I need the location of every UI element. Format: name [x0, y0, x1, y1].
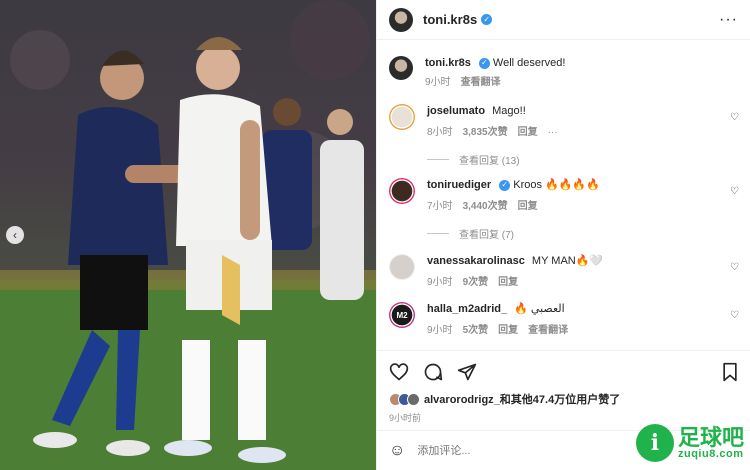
comment-likes[interactable]: 9次赞: [463, 276, 489, 290]
comment-likes[interactable]: 3,440次赞: [463, 200, 508, 214]
comment-icon[interactable]: [423, 362, 443, 382]
comment-username[interactable]: joselumato: [427, 105, 485, 117]
translate-link[interactable]: 查看翻译: [528, 324, 568, 338]
avatar: [407, 392, 420, 406]
comment-item: toniruediger ✓ Kroos 🔥🔥🔥🔥 7小时 3,440次赞 回复 …: [389, 178, 739, 214]
comment-text: MY MAN🔥🤍: [531, 255, 604, 267]
post-time: 9小时前: [389, 413, 422, 423]
comment-text: Kroos 🔥🔥🔥🔥: [513, 179, 600, 191]
heart-icon[interactable]: ♡: [730, 310, 739, 321]
save-icon[interactable]: [721, 362, 739, 382]
post-actions: alvarorodrigz_和其他47.4万位用户赞了 9小时前: [377, 350, 750, 430]
heart-icon[interactable]: ♡: [730, 112, 739, 123]
comment-input[interactable]: [417, 444, 578, 457]
comment-time: 9小时: [427, 325, 453, 336]
avatar[interactable]: M2: [389, 302, 415, 328]
comment-text: Mago!!: [492, 105, 526, 117]
verified-icon: ✓: [478, 57, 490, 69]
caption: toni.kr8s ✓ Well deserved! 9小时 查看翻译: [389, 56, 739, 90]
watermark-name: 足球吧: [677, 424, 744, 450]
liker-username[interactable]: alvarorodrigz: [424, 394, 494, 406]
comment-more-icon[interactable]: ···: [548, 126, 558, 140]
view-replies[interactable]: 查看回复 (7): [427, 226, 514, 241]
comment-time: 9小时: [427, 277, 453, 288]
avatar[interactable]: [389, 104, 415, 130]
watermark-logo: i 足球吧 zuqiu8.com: [635, 424, 744, 462]
likes-summary: alvarorodrigz_和其他47.4万位用户赞了: [389, 391, 739, 407]
comments-list: toni.kr8s ✓ Well deserved! 9小时 查看翻译 josel…: [377, 40, 750, 350]
caption-time: 9小时: [425, 77, 451, 88]
comment-item: vanessakarolinasc MY MAN🔥🤍 9小时 9次赞 回复 ♡: [389, 254, 739, 290]
view-replies-label: 查看回复 (13): [459, 156, 520, 167]
comment-text: 🔥 العصبي: [514, 303, 565, 315]
emoji-icon[interactable]: ☺: [389, 442, 405, 460]
heart-icon[interactable]: ♡: [730, 186, 739, 197]
verified-icon: ✓: [481, 14, 493, 25]
comment-username[interactable]: toniruediger: [427, 179, 491, 191]
football-players-image: [0, 0, 376, 470]
reply-button[interactable]: 回复: [498, 324, 518, 338]
post-header: toni.kr8s ✓ ···: [377, 0, 750, 40]
comment-likes[interactable]: 5次赞: [463, 324, 489, 338]
reply-button[interactable]: 回复: [518, 126, 538, 140]
comment-time: 7小时: [427, 201, 453, 212]
heart-icon[interactable]: [389, 362, 409, 382]
more-icon[interactable]: ···: [719, 11, 738, 29]
heart-icon[interactable]: ♡: [730, 262, 739, 273]
comment-item: joselumato Mago!! 8小时 3,835次赞 回复 ··· ♡: [389, 104, 739, 140]
caption-username[interactable]: toni.kr8s: [425, 57, 471, 69]
translate-link[interactable]: 查看翻译: [461, 76, 501, 90]
comment-item: M2 halla_m2adrid_ 🔥 العصبي 9小时 5次赞 回复 查看…: [389, 302, 739, 338]
avatar[interactable]: [389, 7, 413, 32]
comment-username[interactable]: vanessakarolinasc: [427, 255, 525, 267]
likes-rest[interactable]: _和其他47.4万位用户赞了: [494, 394, 621, 406]
reply-button[interactable]: 回复: [518, 200, 538, 214]
caption-text: Well deserved!: [492, 57, 566, 69]
watermark-icon: i: [635, 424, 674, 462]
author-username[interactable]: toni.kr8s: [423, 12, 477, 27]
comment-username[interactable]: halla_m2adrid_: [427, 303, 507, 315]
avatar[interactable]: [389, 254, 415, 280]
post-panel: toni.kr8s ✓ ··· toni.kr8s ✓ Well deserved…: [376, 0, 750, 470]
comment-time: 8小时: [427, 127, 453, 138]
post-photo: ‹: [0, 0, 376, 470]
avatar-text: M2: [396, 310, 408, 320]
comment-likes[interactable]: 3,835次赞: [463, 126, 508, 140]
watermark-url: zuqiu8.com: [677, 447, 744, 460]
share-icon[interactable]: [457, 362, 477, 382]
view-replies[interactable]: 查看回复 (13): [427, 152, 520, 167]
prev-image-button[interactable]: ‹: [6, 226, 24, 244]
verified-icon: ✓: [499, 179, 511, 191]
avatar[interactable]: [389, 56, 413, 80]
reply-button[interactable]: 回复: [498, 276, 518, 290]
prev-icon: ‹: [13, 228, 17, 242]
avatar[interactable]: [389, 178, 415, 204]
view-replies-label: 查看回复 (7): [459, 230, 514, 241]
